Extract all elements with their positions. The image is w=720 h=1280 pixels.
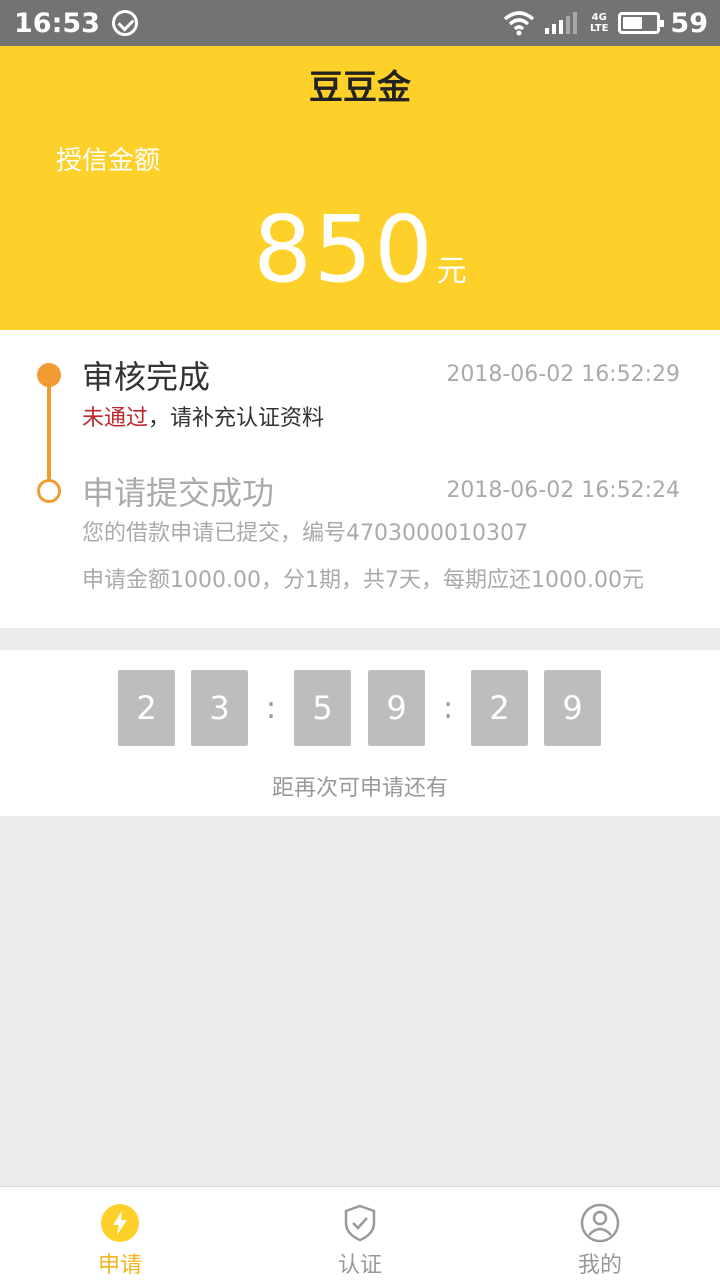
credit-header: 豆豆金 授信金额 850元 xyxy=(0,46,720,330)
countdown-seconds-tens: 2 xyxy=(471,670,528,746)
status-bar: 16:53 4G LTE 59 xyxy=(0,0,720,46)
review-message-text: ，请补充认证资料 xyxy=(148,406,325,431)
user-icon xyxy=(580,1203,620,1243)
countdown-caption: 距再次可申请还有 xyxy=(271,776,448,801)
application-timeline: 审核完成 2018-06-02 16:52:29 未通过，请补充认证资料 申请提… xyxy=(0,330,720,628)
countdown-digits: 2 3 : 5 9 : 2 9 xyxy=(0,670,720,746)
reapply-countdown: 2 3 : 5 9 : 2 9 距再次可申请还有 xyxy=(0,650,720,816)
wifi-icon xyxy=(503,11,535,36)
nav-mine-label: 我的 xyxy=(577,1253,622,1278)
status-time: 16:53 xyxy=(14,7,100,39)
network-4g: 4G xyxy=(591,12,607,23)
status-left: 16:53 xyxy=(14,8,138,39)
network-type: 4G LTE xyxy=(590,12,608,34)
countdown-separator: : xyxy=(265,690,277,726)
step-submit-title: 申请提交成功 xyxy=(82,474,275,512)
review-status-failed: 未通过 xyxy=(82,406,149,431)
credit-amount: 850元 xyxy=(0,196,720,303)
nav-verify-label: 认证 xyxy=(337,1253,382,1278)
countdown-hours-ones: 3 xyxy=(191,670,248,746)
credit-label: 授信金额 xyxy=(56,146,161,176)
countdown-hours-tens: 2 xyxy=(118,670,175,746)
nav-apply[interactable]: 申请 xyxy=(0,1187,240,1280)
countdown-minutes-ones: 9 xyxy=(368,670,425,746)
app-title: 豆豆金 xyxy=(309,68,411,108)
signal-icon xyxy=(545,12,580,34)
timeline-line xyxy=(47,376,51,490)
nav-verify[interactable]: 认证 xyxy=(240,1187,480,1280)
status-right: 4G LTE 59 xyxy=(493,8,708,39)
battery-percent: 59 xyxy=(670,7,708,39)
bottom-nav: 申请 认证 我的 xyxy=(0,1186,720,1280)
countdown-seconds-ones: 9 xyxy=(544,670,601,746)
shield-check-icon xyxy=(344,1204,376,1242)
battery-icon xyxy=(618,12,665,34)
step-submit-detail-number: 您的借款申请已提交，编号4703000010307 xyxy=(82,521,528,546)
check-circle-icon xyxy=(111,10,138,36)
step-review-message: 未通过，请补充认证资料 xyxy=(82,400,324,432)
timeline-dot-current xyxy=(37,363,61,387)
network-lte: LTE xyxy=(590,23,609,34)
step-review-title: 审核完成 xyxy=(82,358,211,396)
lightning-icon xyxy=(101,1204,139,1242)
step-submit-time: 2018-06-02 16:52:24 xyxy=(446,478,680,503)
battery-fill xyxy=(623,17,643,29)
credit-amount-unit: 元 xyxy=(436,254,467,289)
credit-amount-value: 850 xyxy=(253,196,435,303)
countdown-separator: : xyxy=(442,690,454,726)
nav-apply-label: 申请 xyxy=(97,1253,142,1278)
countdown-minutes-tens: 5 xyxy=(294,670,351,746)
step-review-time: 2018-06-02 16:52:29 xyxy=(446,362,680,387)
nav-mine[interactable]: 我的 xyxy=(480,1187,720,1280)
step-submit-detail-amount: 申请金额1000.00，分1期，共7天，每期应还1000.00元 xyxy=(82,568,644,593)
timeline-dot-past xyxy=(37,479,61,503)
